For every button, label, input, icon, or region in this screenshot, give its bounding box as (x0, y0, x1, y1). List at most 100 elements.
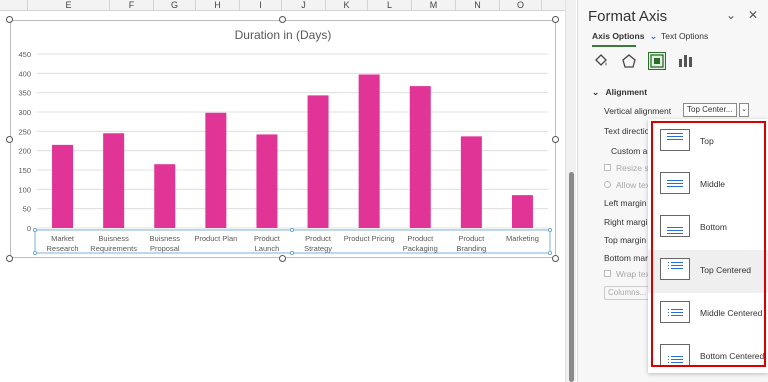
custom-angle-label: Custom an (611, 146, 653, 156)
columns-button[interactable]: Columns... (604, 286, 650, 300)
y-tick-label[interactable]: 300 (18, 108, 31, 117)
bar[interactable] (103, 133, 125, 228)
y-tick-label[interactable]: 150 (18, 166, 31, 175)
section-label: Alignment (605, 87, 648, 97)
wrap-text-label: Wrap tex (616, 269, 650, 279)
x-tick-label[interactable]: Branding (456, 244, 486, 253)
chart-plot-area[interactable]: 0 50 100 150 200 250 300 350 400 450 MarketResearc… (11, 21, 557, 259)
allow-text-overflow-radio[interactable] (604, 181, 611, 188)
resize-handle-bottom[interactable] (279, 255, 286, 262)
bar[interactable] (307, 95, 329, 228)
x-tick-label[interactable]: Marketing (506, 234, 539, 243)
alignment-section-header[interactable]: ⌄ Alignment (592, 87, 647, 98)
column-header-k[interactable]: K (326, 0, 368, 11)
excel-window: E F G H I J K L M N O Duration in (Days)… (0, 0, 768, 382)
x-tick-label[interactable]: Launch (255, 244, 280, 253)
y-tick-label[interactable]: 350 (18, 89, 31, 98)
bar[interactable] (460, 136, 482, 228)
resize-handle-top-right[interactable] (552, 16, 559, 23)
axis-selection-handle[interactable] (289, 250, 294, 255)
x-tick-label[interactable]: Product (407, 234, 434, 243)
bar[interactable] (358, 74, 380, 228)
column-header-n[interactable]: N (456, 0, 500, 11)
x-tick-label[interactable]: Proposal (150, 244, 180, 253)
bar[interactable] (52, 144, 74, 228)
column-header-h[interactable]: H (196, 0, 240, 11)
wrap-text-checkbox[interactable] (604, 270, 611, 277)
x-tick-label[interactable]: Requirements (90, 244, 137, 253)
tab-text-options[interactable]: Text Options (661, 31, 708, 41)
chevron-down-icon[interactable]: ⌄ (739, 103, 749, 117)
y-tick-label[interactable]: 200 (18, 147, 31, 156)
resize-shape-checkbox[interactable] (604, 164, 611, 171)
y-tick-label[interactable]: 0 (27, 224, 31, 233)
chevron-down-icon: ⌄ (592, 87, 600, 97)
column-header-g[interactable]: G (154, 0, 196, 11)
y-tick-label[interactable]: 250 (18, 127, 31, 136)
text-direction-label: Text direction (604, 126, 655, 136)
x-tick-label[interactable]: Product Plan (194, 234, 237, 243)
top-margin-label: Top margin (604, 235, 647, 245)
resize-handle-right[interactable] (552, 136, 559, 143)
fill-line-icon[interactable] (592, 52, 610, 70)
column-header-m[interactable]: M (412, 0, 456, 11)
x-tick-label[interactable]: Buisness (98, 234, 129, 243)
x-tick-label[interactable]: Market (51, 234, 75, 243)
axis-selection-handle[interactable] (32, 250, 37, 255)
axis-selection-handle[interactable] (548, 227, 553, 232)
x-tick-label[interactable]: Strategy (304, 244, 332, 253)
x-tick-label[interactable]: Packaging (403, 244, 438, 253)
bar[interactable] (511, 195, 533, 228)
size-properties-icon[interactable] (648, 52, 666, 70)
left-margin-label: Left margin (604, 198, 647, 208)
bar[interactable] (205, 112, 227, 228)
bottom-margin-label: Bottom marg (604, 253, 653, 263)
bar[interactable] (409, 86, 431, 229)
y-tick-label[interactable]: 50 (23, 205, 31, 214)
resize-handle-bottom-left[interactable] (6, 255, 13, 262)
highlight-box (651, 121, 766, 367)
tab-axis-options-label: Axis Options (592, 31, 645, 41)
effects-icon[interactable] (620, 52, 638, 70)
column-header-j[interactable]: J (282, 0, 326, 11)
x-tick-label[interactable]: Product (305, 234, 332, 243)
x-tick-label[interactable]: Buisness (150, 234, 181, 243)
tab-axis-options[interactable]: Axis Options ⌄ (592, 31, 657, 42)
x-tick-label[interactable]: Product Pricing (344, 234, 395, 243)
axis-selection-handle[interactable] (32, 227, 37, 232)
column-header-e[interactable]: E (28, 0, 110, 11)
close-icon[interactable]: ✕ (748, 8, 758, 22)
column-header-i[interactable]: I (240, 0, 282, 11)
column-header-row: E F G H I J K L M N O (0, 0, 565, 11)
bar[interactable] (154, 164, 176, 228)
axis-selection-handle[interactable] (548, 250, 553, 255)
x-tick-label[interactable]: Research (46, 244, 78, 253)
axis-selection-handle[interactable] (289, 227, 294, 232)
bar[interactable] (256, 134, 278, 228)
worksheet[interactable]: E F G H I J K L M N O Duration in (Days)… (0, 0, 565, 382)
column-header-f[interactable]: F (110, 0, 154, 11)
allow-text-label: Allow tex (616, 180, 651, 190)
axis-options-icon[interactable] (676, 52, 694, 70)
resize-handle-left[interactable] (6, 136, 13, 143)
chevron-down-icon: ⌄ (649, 31, 657, 41)
resize-handle-top[interactable] (279, 16, 286, 23)
pane-options-icon[interactable]: ⌄ (726, 8, 736, 22)
column-header-blank (0, 0, 28, 11)
y-tick-label[interactable]: 400 (18, 69, 31, 78)
resize-handle-bottom-right[interactable] (552, 255, 559, 262)
vertical-alignment-select[interactable]: Top Center... (683, 103, 737, 117)
column-header-l[interactable]: L (368, 0, 412, 11)
vertical-scrollbar[interactable] (565, 0, 576, 382)
y-tick-label[interactable]: 450 (18, 50, 31, 59)
right-margin-label: Right margin (604, 217, 653, 227)
bar-chart[interactable]: Duration in (Days) 0 50 100 150 200 250 300 350… (10, 20, 556, 258)
column-header-o[interactable]: O (500, 0, 542, 11)
y-tick-label[interactable]: 100 (18, 185, 31, 194)
vertical-alignment-label: Vertical alignment (604, 106, 672, 116)
x-tick-label[interactable]: Product (254, 234, 281, 243)
x-tick-label[interactable]: Product (458, 234, 485, 243)
resize-handle-top-left[interactable] (6, 16, 13, 23)
scrollbar-thumb[interactable] (569, 172, 574, 382)
tab-active-indicator (592, 45, 636, 47)
